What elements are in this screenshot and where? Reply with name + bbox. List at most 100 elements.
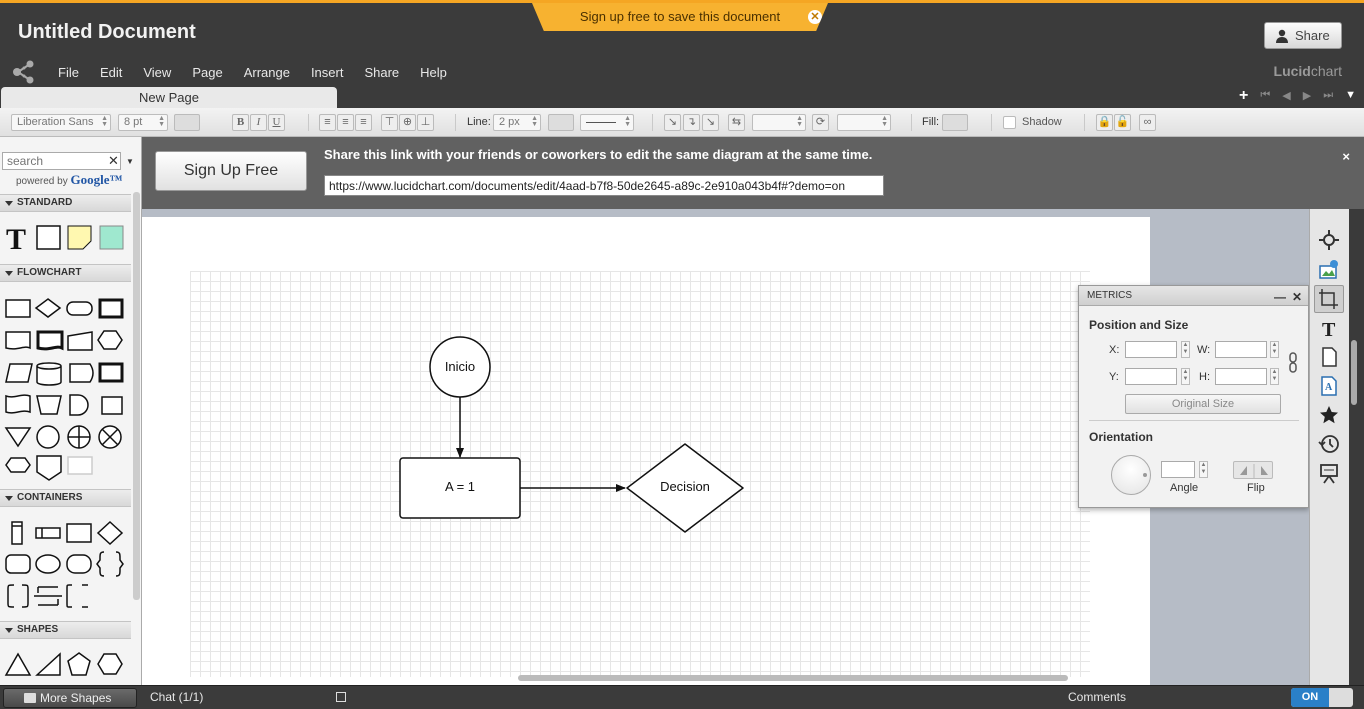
off-page-shape-icon[interactable] [36,455,62,481]
loop-limit-shape-icon[interactable] [5,457,31,473]
document-shape-icon[interactable] [5,331,31,350]
menu-edit[interactable]: Edit [100,65,122,80]
manual-input-shape-icon[interactable] [67,331,93,351]
manual-operation-shape-icon[interactable] [36,395,62,415]
display-shape-icon[interactable] [101,396,123,415]
share-network-icon[interactable] [10,59,36,85]
menu-view[interactable]: View [143,65,171,80]
process-shape-icon[interactable] [5,299,31,318]
color-block-shape-icon[interactable] [99,225,124,250]
angle-field[interactable] [1161,461,1195,478]
note-shape-icon[interactable] [67,225,92,250]
share-button[interactable]: Share [1264,22,1342,49]
vertical-scrollbar[interactable] [1351,340,1357,405]
comments-label[interactable]: Comments [1068,690,1126,704]
internal-storage-shape-icon[interactable] [98,362,124,383]
metrics-header[interactable]: METRICS — ✕ [1079,286,1308,306]
hexagon-shape-icon[interactable] [97,653,123,675]
resize-icon[interactable] [1318,288,1340,310]
image-icon[interactable] [1318,258,1340,280]
angle-spinner[interactable]: ▲ ▼ [1199,461,1208,478]
container-rect-icon[interactable] [66,523,92,543]
chat-label[interactable]: Chat (1/1) [150,690,203,704]
arrow-end-select[interactable]: ▲ ▼ [837,114,891,131]
link-icon[interactable]: ∞ [1139,114,1156,131]
brackets-container-icon[interactable] [7,584,29,608]
x-field[interactable] [1125,341,1177,358]
first-page-icon[interactable]: ⏮ [1260,89,1270,103]
y-spinner[interactable]: ▲ ▼ [1181,368,1190,385]
align-right-icon[interactable]: ≡ [355,114,372,131]
valign-middle-icon[interactable]: ⊕ [399,114,416,131]
close-icon[interactable]: ✕ [808,10,822,24]
section-containers[interactable]: CONTAINERS [0,489,131,507]
multi-document-shape-icon[interactable] [36,330,64,351]
arrow-swap-icon[interactable]: ⇆ [728,114,745,131]
text-shape-icon[interactable]: T [6,223,26,253]
italic-button[interactable]: I [250,114,267,131]
history-icon[interactable] [1318,433,1340,455]
predefined-shape-icon[interactable] [98,298,124,319]
signup-save-banner[interactable]: Sign up free to save this document ✕ [532,3,828,31]
section-flowchart[interactable]: FLOWCHART [0,264,131,282]
prev-page-icon[interactable]: ◀ [1282,89,1290,103]
valign-bottom-icon[interactable]: ⊥ [417,114,434,131]
decision-shape-icon[interactable] [34,298,62,318]
blank-shape-icon[interactable] [67,456,93,475]
left-panel-scrollbar[interactable] [133,192,140,600]
search-input[interactable] [2,152,121,170]
w-spinner[interactable]: ▲ ▼ [1270,341,1279,358]
crosshair-icon[interactable] [1318,229,1340,251]
section-standard[interactable]: STANDARD [0,194,131,212]
rounded-container-icon[interactable] [5,554,31,574]
line-style-select[interactable]: ▲ ▼ [580,114,634,131]
fill-color-swatch[interactable] [942,114,968,131]
horizontal-swimlane-icon[interactable] [35,527,61,539]
menu-page[interactable]: Page [192,65,222,80]
connector-curved-icon[interactable]: ↘ [664,114,681,131]
chevron-down-icon[interactable]: ▼ [1345,89,1356,103]
stored-data-shape-icon[interactable] [69,363,94,383]
menu-help[interactable]: Help [420,65,447,80]
menu-share[interactable]: Share [364,65,399,80]
align-left-icon[interactable]: ≡ [319,114,336,131]
add-page-icon[interactable]: + [1239,88,1248,104]
ellipse-container-icon[interactable] [35,554,61,574]
minimize-icon[interactable]: — [1274,288,1286,307]
pill-container-icon[interactable] [66,554,92,574]
text-icon[interactable]: T [1318,317,1340,339]
pentagon-shape-icon[interactable] [67,652,91,676]
chevron-down-icon[interactable]: ▼ [126,157,134,166]
connector-straight-icon[interactable]: ↘ [702,114,719,131]
menu-arrange[interactable]: Arrange [244,65,290,80]
h-spinner[interactable]: ▲ ▼ [1270,368,1279,385]
braces-container-icon[interactable] [96,551,124,577]
valign-top-icon[interactable]: ⊤ [381,114,398,131]
unlock-icon[interactable]: 🔓 [1114,114,1131,131]
comments-toggle[interactable]: ON [1291,688,1353,707]
section-shapes[interactable]: SHAPES [0,621,131,639]
preparation-shape-icon[interactable] [97,330,123,350]
data-shape-icon[interactable] [5,363,33,383]
underline-button[interactable]: U [268,114,285,131]
line-width-field[interactable]: 2 px ▲ ▼ [493,114,541,131]
original-size-button[interactable]: Original Size [1125,394,1281,414]
horizontal-scrollbar[interactable] [518,675,1068,681]
flip-buttons[interactable] [1233,461,1273,479]
star-icon[interactable] [1318,404,1340,426]
arrow-start-select[interactable]: ▲ ▼ [752,114,806,131]
align-center-icon[interactable]: ≡ [337,114,354,131]
presentation-icon[interactable] [1318,462,1340,484]
font-size-field[interactable]: 8 pt ▲ ▼ [118,114,168,131]
menu-file[interactable]: File [58,65,79,80]
rotate-icon[interactable]: ⟳ [812,114,829,131]
close-icon[interactable]: ✕ [1292,288,1302,307]
angle-dial[interactable] [1111,455,1151,495]
connector-shape-icon[interactable] [36,425,60,449]
more-shapes-button[interactable]: More Shapes [3,688,137,708]
sign-up-free-button[interactable]: Sign Up Free [155,151,307,191]
menu-insert[interactable]: Insert [311,65,344,80]
chain-link-icon[interactable] [1287,352,1299,374]
triangle-shape-icon[interactable] [4,652,32,676]
last-page-icon[interactable]: ⏭ [1323,89,1333,103]
